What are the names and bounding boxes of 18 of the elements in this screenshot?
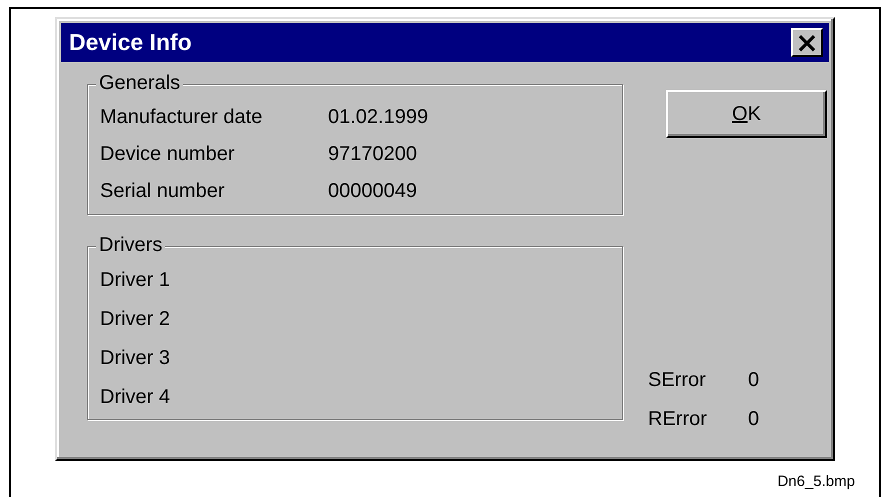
- error-count: 0: [748, 408, 760, 431]
- field-value: 00000049: [328, 180, 417, 203]
- driver-label: Driver 1: [100, 269, 170, 292]
- driver-label: Driver 4: [100, 386, 170, 409]
- field-value: 01.02.1999: [328, 106, 428, 129]
- driver-label: Driver 3: [100, 347, 170, 370]
- window-title: Device Info: [69, 29, 192, 56]
- figure-caption: Dn6_5.bmp: [777, 473, 855, 490]
- error-label: RError: [648, 408, 708, 431]
- field-value: 97170200: [328, 143, 417, 166]
- ok-button[interactable]: OK: [666, 90, 827, 138]
- error-label: SError: [648, 369, 707, 392]
- field-label: Serial number: [100, 180, 226, 203]
- field-label: Device number: [100, 143, 236, 166]
- close-button[interactable]: ×: [791, 28, 823, 57]
- field-label: Manufacturer date: [100, 106, 264, 129]
- driver-label: Driver 2: [100, 308, 170, 331]
- error-count: 0: [748, 369, 760, 392]
